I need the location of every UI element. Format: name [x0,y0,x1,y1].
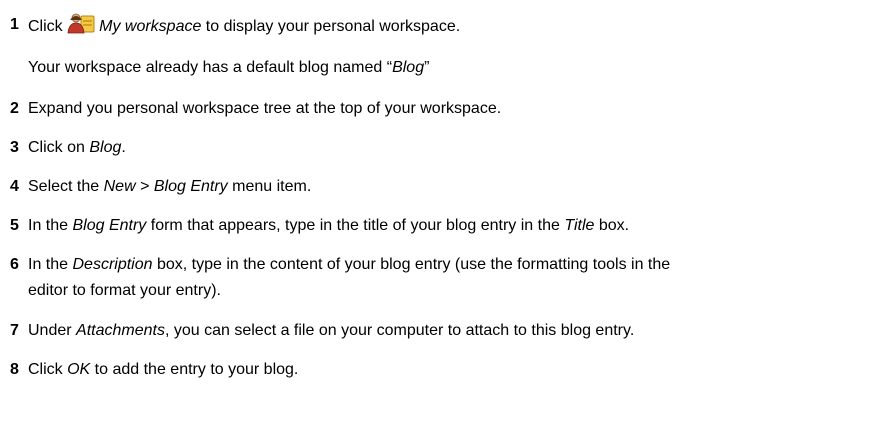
step-1: 1 Click My workspace to display your per… [10,12,894,40]
step-7: 7 Under Attachments, you can select a fi… [10,318,894,344]
step-number: 7 [10,322,19,339]
my-workspace-link-text: My workspace [99,18,202,35]
my-workspace-icon[interactable] [67,12,95,34]
step-text: Click [28,18,68,35]
step-number: 1 [10,16,19,33]
step-4: 4 Select the New > Blog Entry menu item. [10,174,894,200]
step-number: 6 [10,256,19,273]
step-8: 8 Click OK to add the entry to your blog… [10,357,894,383]
step-number: 5 [10,217,19,234]
step-number: 3 [10,139,19,156]
step-3: 3 Click on Blog. [10,135,894,161]
step-text: Expand you personal workspace tree at th… [28,100,502,117]
step-1-note: Your workspace already has a default blo… [28,59,430,76]
step-6: 6 In the Description box, type in the co… [10,252,894,304]
step-2: 2 Expand you personal workspace tree at … [10,96,894,122]
step-number: 2 [10,100,19,117]
step-number: 4 [10,178,19,195]
step-5: 5 In the Blog Entry form that appears, t… [10,213,894,239]
step-number: 8 [10,361,19,378]
